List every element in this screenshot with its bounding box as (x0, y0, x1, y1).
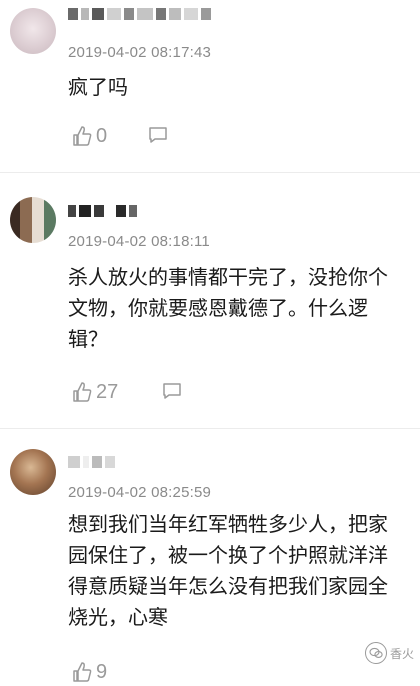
avatar[interactable] (10, 197, 56, 243)
avatar[interactable] (10, 449, 56, 495)
avatar[interactable] (10, 8, 56, 54)
username-pixelated[interactable] (68, 6, 211, 22)
divider (0, 172, 420, 173)
reply-button[interactable] (162, 382, 182, 404)
like-button[interactable]: 27 (72, 381, 118, 404)
wechat-logo-icon (364, 642, 387, 664)
reply-button[interactable] (148, 126, 168, 148)
comment-text: 想到我们当年红军牺牲多少人，把家园保住了，被一个换了个护照就洋洋得意质疑当年怎么… (68, 512, 388, 629)
like-count: 27 (96, 380, 119, 403)
thumbs-up-icon (73, 662, 92, 682)
comment-actions: 9 (72, 658, 107, 686)
comment-actions: 27 (72, 378, 118, 406)
comment-timestamp: 2019-04-02 08:25:59 (68, 484, 212, 501)
like-count: 0 (96, 124, 108, 147)
username-pixelated[interactable] (68, 203, 137, 219)
thumbs-up-icon (73, 126, 92, 146)
username-pixelated[interactable] (68, 454, 115, 470)
comment-text: 杀人放火的事情都干完了，没抢你个文物，你就要感恩戴德了。什么逻辑？ (68, 265, 388, 351)
divider (0, 428, 420, 429)
comment-bubble-icon (163, 383, 181, 399)
watermark-text: 香火 (389, 646, 414, 661)
comment-text: 疯了吗 (68, 75, 128, 99)
comment-bubble-icon (149, 127, 167, 143)
thumbs-up-icon (73, 382, 92, 402)
watermark: 香火 (364, 642, 414, 664)
comment-timestamp: 2019-04-02 08:17:43 (68, 44, 212, 61)
comment-timestamp: 2019-04-02 08:18:11 (68, 233, 210, 250)
like-button[interactable]: 0 (72, 125, 107, 148)
comment-actions: 0 (72, 122, 107, 150)
like-count: 9 (96, 660, 108, 683)
like-button[interactable]: 9 (72, 661, 107, 684)
